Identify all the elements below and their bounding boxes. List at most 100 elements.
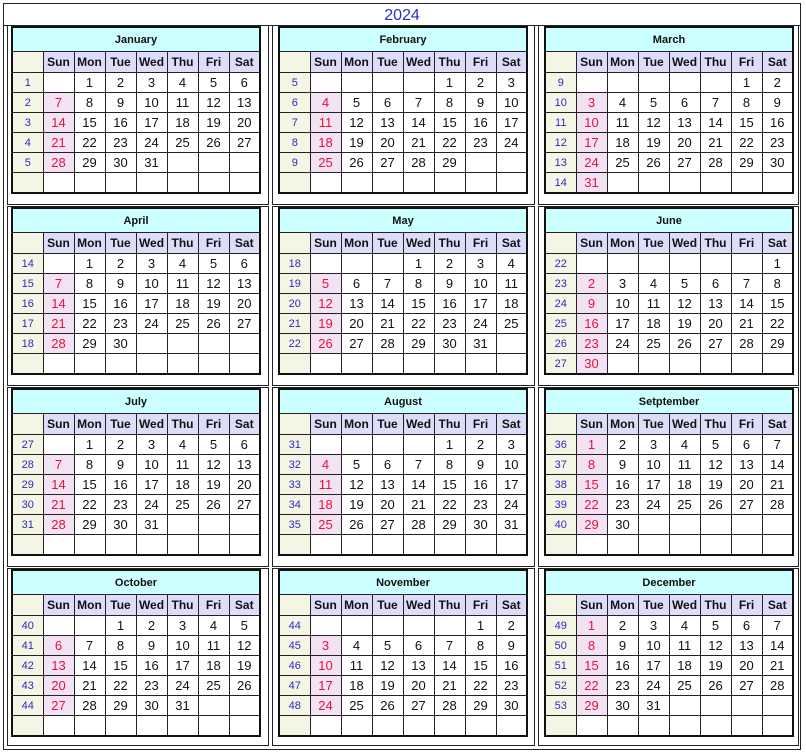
day-cell[interactable]: 26 xyxy=(197,132,230,153)
day-cell[interactable]: 29 xyxy=(433,514,466,535)
day-cell[interactable]: 22 xyxy=(433,494,466,515)
day-cell[interactable]: 8 xyxy=(575,454,608,475)
day-cell[interactable]: 8 xyxy=(761,273,794,294)
day-cell[interactable]: 2 xyxy=(464,72,497,93)
day-cell[interactable]: 16 xyxy=(606,474,639,495)
day-cell[interactable]: 1 xyxy=(575,434,608,455)
day-cell[interactable]: 27 xyxy=(371,514,404,535)
day-cell[interactable]: 12 xyxy=(340,474,373,495)
day-cell[interactable]: 27 xyxy=(668,152,701,173)
day-cell[interactable]: 10 xyxy=(135,92,168,113)
day-cell[interactable]: 1 xyxy=(104,615,137,636)
day-cell[interactable]: 14 xyxy=(73,655,106,676)
day-cell[interactable]: 12 xyxy=(197,92,230,113)
day-cell[interactable]: 24 xyxy=(464,313,497,334)
day-cell[interactable]: 19 xyxy=(309,313,342,334)
day-cell[interactable]: 11 xyxy=(340,655,373,676)
day-cell[interactable]: 13 xyxy=(42,655,75,676)
day-cell[interactable]: 9 xyxy=(104,92,137,113)
day-cell[interactable]: 19 xyxy=(197,112,230,133)
day-cell[interactable]: 30 xyxy=(606,695,639,716)
day-cell[interactable]: 22 xyxy=(575,675,608,696)
day-cell[interactable]: 2 xyxy=(104,434,137,455)
day-cell[interactable]: 14 xyxy=(761,635,794,656)
day-cell[interactable]: 23 xyxy=(495,675,528,696)
day-cell[interactable]: 12 xyxy=(699,635,732,656)
day-cell[interactable]: 4 xyxy=(340,635,373,656)
day-cell[interactable]: 24 xyxy=(309,695,342,716)
day-cell[interactable]: 24 xyxy=(575,152,608,173)
day-cell[interactable]: 25 xyxy=(668,675,701,696)
day-cell[interactable]: 21 xyxy=(42,313,75,334)
day-cell[interactable]: 9 xyxy=(606,635,639,656)
day-cell[interactable]: 7 xyxy=(371,273,404,294)
day-cell[interactable]: 29 xyxy=(73,514,106,535)
day-cell[interactable]: 25 xyxy=(340,695,373,716)
day-cell[interactable]: 6 xyxy=(228,72,261,93)
day-cell[interactable]: 21 xyxy=(402,494,435,515)
day-cell[interactable]: 5 xyxy=(340,454,373,475)
day-cell[interactable]: 25 xyxy=(309,514,342,535)
day-cell[interactable]: 19 xyxy=(197,474,230,495)
day-cell[interactable]: 21 xyxy=(42,494,75,515)
day-cell[interactable]: 20 xyxy=(371,132,404,153)
day-cell[interactable]: 27 xyxy=(371,152,404,173)
day-cell[interactable]: 15 xyxy=(464,655,497,676)
day-cell[interactable]: 7 xyxy=(402,454,435,475)
day-cell[interactable]: 16 xyxy=(575,313,608,334)
day-cell[interactable]: 1 xyxy=(730,72,763,93)
day-cell[interactable]: 29 xyxy=(73,333,106,354)
day-cell[interactable]: 4 xyxy=(309,454,342,475)
day-cell[interactable]: 12 xyxy=(668,293,701,314)
day-cell[interactable]: 28 xyxy=(402,514,435,535)
day-cell[interactable]: 23 xyxy=(135,675,168,696)
day-cell[interactable]: 19 xyxy=(699,474,732,495)
day-cell[interactable]: 28 xyxy=(42,152,75,173)
day-cell[interactable]: 27 xyxy=(699,333,732,354)
day-cell[interactable]: 22 xyxy=(730,132,763,153)
day-cell[interactable]: 10 xyxy=(637,635,670,656)
day-cell[interactable]: 5 xyxy=(699,434,732,455)
day-cell[interactable]: 15 xyxy=(73,112,106,133)
day-cell[interactable]: 12 xyxy=(699,454,732,475)
day-cell[interactable]: 23 xyxy=(575,333,608,354)
day-cell[interactable]: 6 xyxy=(730,434,763,455)
day-cell[interactable]: 28 xyxy=(761,494,794,515)
day-cell[interactable]: 5 xyxy=(228,615,261,636)
day-cell[interactable]: 16 xyxy=(433,293,466,314)
day-cell[interactable]: 16 xyxy=(104,293,137,314)
day-cell[interactable]: 18 xyxy=(340,675,373,696)
day-cell[interactable]: 5 xyxy=(340,92,373,113)
day-cell[interactable]: 7 xyxy=(433,635,466,656)
day-cell[interactable]: 17 xyxy=(575,132,608,153)
day-cell[interactable]: 17 xyxy=(495,474,528,495)
day-cell[interactable]: 28 xyxy=(73,695,106,716)
day-cell[interactable]: 30 xyxy=(135,695,168,716)
day-cell[interactable]: 4 xyxy=(637,273,670,294)
day-cell[interactable]: 25 xyxy=(197,675,230,696)
day-cell[interactable]: 29 xyxy=(464,695,497,716)
day-cell[interactable]: 14 xyxy=(699,112,732,133)
day-cell[interactable]: 14 xyxy=(402,112,435,133)
day-cell[interactable]: 27 xyxy=(228,494,261,515)
day-cell[interactable]: 12 xyxy=(371,655,404,676)
day-cell[interactable]: 26 xyxy=(340,152,373,173)
day-cell[interactable]: 25 xyxy=(309,152,342,173)
day-cell[interactable]: 9 xyxy=(575,293,608,314)
day-cell[interactable]: 31 xyxy=(637,695,670,716)
day-cell[interactable]: 4 xyxy=(197,615,230,636)
day-cell[interactable]: 11 xyxy=(166,454,199,475)
day-cell[interactable]: 5 xyxy=(197,72,230,93)
day-cell[interactable]: 15 xyxy=(730,112,763,133)
day-cell[interactable]: 17 xyxy=(637,655,670,676)
day-cell[interactable]: 19 xyxy=(340,494,373,515)
day-cell[interactable]: 13 xyxy=(340,293,373,314)
day-cell[interactable]: 10 xyxy=(606,293,639,314)
day-cell[interactable]: 7 xyxy=(42,273,75,294)
day-cell[interactable]: 14 xyxy=(402,474,435,495)
day-cell[interactable]: 20 xyxy=(668,132,701,153)
day-cell[interactable]: 22 xyxy=(464,675,497,696)
day-cell[interactable]: 18 xyxy=(637,313,670,334)
day-cell[interactable]: 6 xyxy=(42,635,75,656)
day-cell[interactable]: 22 xyxy=(73,494,106,515)
